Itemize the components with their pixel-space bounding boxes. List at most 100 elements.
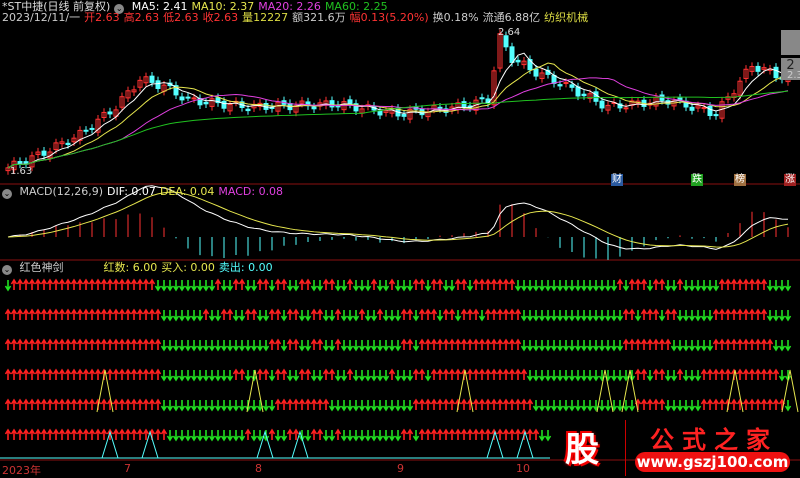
arrow-up-icon [640,278,648,290]
indicator-menu-icon[interactable]: ⌄ [2,265,12,275]
arrow-down-icon [376,400,384,412]
arrow-up-icon [64,368,72,380]
arrow-up-icon [442,338,450,350]
arrow-down-icon [562,280,570,292]
arrow-up-icon [280,278,288,290]
tag-rise[interactable]: 涨 [784,174,796,186]
arrow-down-icon [364,370,372,382]
arrow-up-icon [76,428,84,440]
arrow-down-icon [4,280,12,292]
arrow-down-icon [580,400,588,412]
arrow-up-icon [418,308,426,320]
arrow-up-icon [718,368,726,380]
arrow-down-icon [220,340,228,352]
arrow-up-icon [142,278,150,290]
arrow-down-icon [586,370,594,382]
arrow-up-icon [430,428,438,440]
arrow-down-icon [394,280,402,292]
arrow-down-icon [538,340,546,352]
arrow-down-icon [448,280,456,292]
arrow-down-icon [190,370,198,382]
arrow-down-icon [220,400,228,412]
arrow-up-icon [130,368,138,380]
arrow-up-icon [664,338,672,350]
arrow-down-icon [646,370,654,382]
arrow-down-icon [160,310,168,322]
arrow-down-icon [160,280,168,292]
arrow-up-icon [754,308,762,320]
arrow-down-icon [520,280,528,292]
arrow-up-icon [484,338,492,350]
arrow-up-icon [100,428,108,440]
arrow-up-icon [418,278,426,290]
arrow-up-icon [412,278,420,290]
candle-body [221,100,227,109]
logo-name: 公式之家 [650,425,778,454]
arrow-down-icon [568,400,576,412]
arrow-down-icon [172,370,180,382]
arrow-down-icon [394,430,402,442]
arrow-down-icon [598,280,606,292]
arrow-up-icon [70,368,78,380]
arrow-down-icon [196,400,204,412]
arrow-up-icon [430,278,438,290]
arrow-up-icon [640,398,648,410]
axis-month-7: 7 [124,462,131,475]
tag-rank[interactable]: 榜 [734,174,746,186]
candle-body [245,108,251,112]
arrow-up-icon [760,278,768,290]
arrow-down-icon [340,370,348,382]
candle-body [155,80,161,89]
arrow-down-icon [340,340,348,352]
arrow-up-icon [310,308,318,320]
arrow-down-icon [190,280,198,292]
arrow-up-icon [640,368,648,380]
arrow-up-icon [658,278,666,290]
arrow-up-icon [82,278,90,290]
arrow-down-icon [532,280,540,292]
macd-menu-icon[interactable]: ⌄ [2,189,12,199]
arrow-up-icon [496,428,504,440]
arrow-down-icon [190,430,198,442]
arrow-up-icon [640,338,648,350]
arrow-up-icon [730,308,738,320]
arrow-up-icon [4,338,12,350]
arrow-up-icon [112,338,120,350]
arrow-up-icon [52,368,60,380]
candle-body [713,114,719,117]
arrow-down-icon [544,430,552,442]
arrow-up-icon [448,398,456,410]
tag-fall[interactable]: 跌 [691,174,703,186]
arrow-up-icon [754,278,762,290]
chart-canvas[interactable] [0,0,800,476]
arrow-up-icon [28,338,36,350]
arrow-up-icon [358,308,366,320]
arrow-up-icon [490,368,498,380]
arrow-down-icon [190,400,198,412]
arrow-up-icon [46,278,54,290]
arrow-down-icon [226,280,234,292]
arrow-up-icon [754,398,762,410]
arrow-down-icon [400,280,408,292]
sell-value: 卖出: 0.00 [218,261,273,274]
candle-body [593,91,599,102]
arrow-up-icon [148,308,156,320]
arrow-up-icon [502,278,510,290]
arrow-down-icon [346,310,354,322]
arrow-up-icon [274,398,282,410]
arrow-down-icon [322,310,330,322]
arrow-down-icon [556,280,564,292]
arrow-down-icon [604,400,612,412]
arrow-down-icon [682,370,690,382]
arrow-down-icon [682,310,690,322]
arrow-up-icon [130,308,138,320]
arrow-down-icon [382,400,390,412]
arrow-down-icon [634,310,642,322]
arrow-down-icon [664,400,672,412]
arrow-up-icon [136,338,144,350]
arrow-down-icon [544,310,552,322]
arrow-up-icon [502,398,510,410]
arrow-up-icon [64,278,72,290]
arrow-down-icon [766,310,774,322]
tag-finance[interactable]: 财 [611,174,623,186]
